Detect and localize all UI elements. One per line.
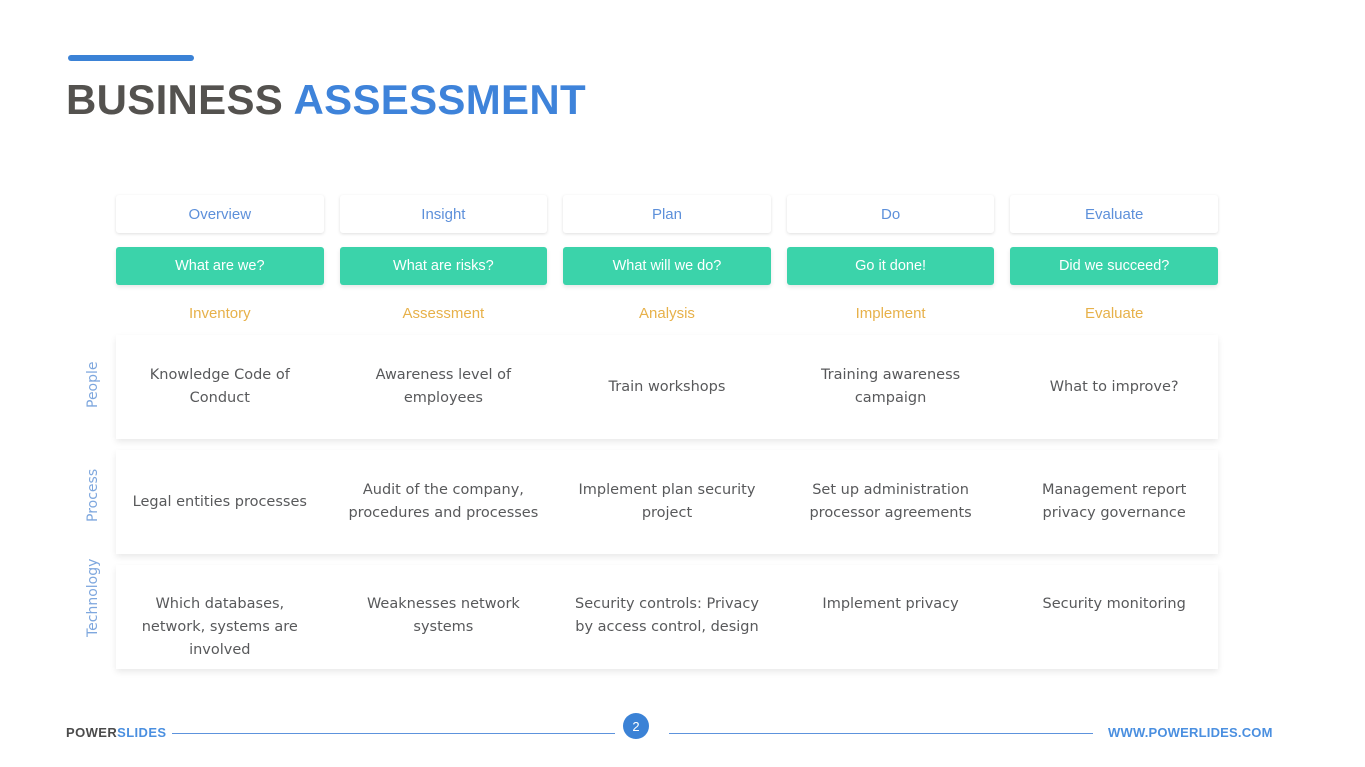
stage-label-2: Assessment xyxy=(402,304,485,322)
matrix-cell-people-1[interactable]: Knowledge Code of Conduct xyxy=(116,335,324,439)
matrix-cell-text: What to improve? xyxy=(1049,378,1179,395)
matrix-cell-technology-2[interactable]: Weaknesses network systems xyxy=(340,565,548,669)
overview-header-row: Overview Insight Plan Do Evaluate xyxy=(116,195,1218,233)
matrix-cell-text: Implement plan security project xyxy=(578,482,756,521)
matrix-column-2: Insight xyxy=(339,195,548,233)
matrix-cell-text: Knowledge Code of Conduct xyxy=(149,367,290,406)
matrix-cell-text: Weaknesses network systems xyxy=(366,596,520,635)
row-label-people: People xyxy=(85,361,101,408)
matrix-cell-process-5[interactable]: Management report privacy governance xyxy=(1010,450,1218,554)
row-label-technology: Technology xyxy=(85,558,101,637)
matrix-cell-technology-1[interactable]: Which databases, network, systems are in… xyxy=(116,565,324,669)
matrix-row-technology: Which databases, network, systems are in… xyxy=(116,565,1218,669)
matrix-cell-people-5[interactable]: What to improve? xyxy=(1010,335,1218,439)
footer-brand-part-two: SLIDES xyxy=(117,725,167,740)
matrix-cell-process-2[interactable]: Audit of the company, procedures and pro… xyxy=(340,450,548,554)
matrix-cell-text: Legal entities processes xyxy=(132,493,307,510)
matrix-cell-text: Audit of the company, procedures and pro… xyxy=(348,482,539,521)
question-button-1[interactable]: What are we? xyxy=(116,247,324,285)
stage-cell-1: Inventory xyxy=(116,302,324,324)
question-cell-3: What will we do? xyxy=(563,247,771,285)
question-button-3[interactable]: What will we do? xyxy=(563,247,771,285)
overview-card-2[interactable]: Insight xyxy=(339,195,548,233)
question-cell-2: What are risks? xyxy=(339,247,548,285)
stage-label-1: Inventory xyxy=(188,304,251,322)
overview-card-5[interactable]: Evaluate xyxy=(1010,195,1218,233)
overview-card-1[interactable]: Overview xyxy=(116,195,324,233)
matrix-cell-technology-3[interactable]: Security controls: Privacy by access con… xyxy=(563,565,771,669)
stage-cell-3: Analysis xyxy=(563,302,771,324)
matrix-cell-technology-4[interactable]: Implement privacy xyxy=(787,565,995,669)
page-number-badge: 2 xyxy=(623,713,649,739)
matrix-cell-process-3[interactable]: Implement plan security project xyxy=(563,450,771,554)
footer-url[interactable]: WWW.POWERLIDES.COM xyxy=(1108,725,1273,740)
overview-card-3[interactable]: Plan xyxy=(563,195,771,233)
matrix-column-5: Evaluate xyxy=(1010,195,1218,233)
matrix-cell-text: Training awareness campaign xyxy=(820,367,961,406)
matrix-column-4: Do xyxy=(786,195,995,233)
matrix-cell-text: Which databases, network, systems are in… xyxy=(141,596,298,658)
stage-cell-2: Assessment xyxy=(340,302,548,324)
question-button-row: What are we? What are risks? What will w… xyxy=(116,247,1218,285)
footer-divider-right xyxy=(669,733,1093,734)
matrix-cell-text: Security monitoring xyxy=(1042,596,1186,612)
slide-footer: POWERSLIDES WWW.POWERLIDES.COM xyxy=(0,710,1365,750)
matrix-cell-process-1[interactable]: Legal entities processes xyxy=(116,450,324,554)
footer-brand: POWERSLIDES xyxy=(66,725,166,740)
question-button-5[interactable]: Did we succeed? xyxy=(1010,247,1218,285)
stage-label-4: Implement xyxy=(855,304,926,322)
matrix-cell-process-4[interactable]: Set up administration processor agreemen… xyxy=(787,450,995,554)
matrix-cell-people-4[interactable]: Training awareness campaign xyxy=(787,335,995,439)
assessment-matrix: Overview Insight Plan Do Evaluate What a… xyxy=(0,0,1365,767)
matrix-cell-text: Train workshops xyxy=(608,378,726,395)
stage-label-5: Evaluate xyxy=(1084,304,1144,322)
question-cell-1: What are we? xyxy=(116,247,324,285)
matrix-column-1: Overview xyxy=(116,195,324,233)
matrix-cell-technology-5[interactable]: Security monitoring xyxy=(1010,565,1218,669)
stage-cell-4: Implement xyxy=(787,302,995,324)
matrix-cell-text: Management report privacy governance xyxy=(1041,482,1187,521)
matrix-cell-text: Security controls: Privacy by access con… xyxy=(575,596,759,635)
matrix-cell-people-3[interactable]: Train workshops xyxy=(563,335,771,439)
question-cell-5: Did we succeed? xyxy=(1010,247,1218,285)
stage-cell-5: Evaluate xyxy=(1010,302,1218,324)
row-label-process: Process xyxy=(85,468,101,522)
matrix-row-people: Knowledge Code of Conduct Awareness leve… xyxy=(116,335,1218,439)
question-button-2[interactable]: What are risks? xyxy=(339,247,548,285)
overview-card-4[interactable]: Do xyxy=(786,195,995,233)
question-cell-4: Go it done! xyxy=(786,247,995,285)
matrix-cell-people-2[interactable]: Awareness level of employees xyxy=(340,335,548,439)
matrix-cell-text: Awareness level of employees xyxy=(375,367,512,406)
matrix-cell-text: Set up administration processor agreemen… xyxy=(809,482,972,521)
matrix-cell-text: Implement privacy xyxy=(822,596,959,612)
stage-label-row: Inventory Assessment Analysis Implement … xyxy=(116,302,1218,324)
stage-label-3: Analysis xyxy=(639,304,695,322)
footer-brand-part-one: POWER xyxy=(66,725,118,740)
matrix-row-process: Legal entities processes Audit of the co… xyxy=(116,450,1218,554)
footer-divider-left xyxy=(172,733,615,734)
matrix-column-3: Plan xyxy=(563,195,771,233)
question-button-4[interactable]: Go it done! xyxy=(786,247,995,285)
